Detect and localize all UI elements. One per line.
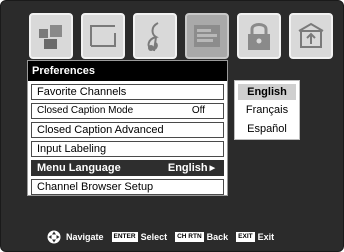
- language-option-espanol[interactable]: Español: [238, 121, 296, 137]
- menu-item-closed-caption-mode[interactable]: Closed Caption Mode Off: [31, 103, 224, 119]
- menu-item-value-wrap: English ▶: [168, 161, 215, 176]
- ch-rtn-key-icon: CH RTN: [175, 232, 204, 242]
- menu-item-label: Channel Browser Setup: [37, 181, 154, 193]
- panel-title: Preferences: [28, 61, 227, 81]
- help-navigate-label: Navigate: [66, 232, 104, 242]
- menu-tab-bar: [29, 13, 335, 59]
- screen-size-icon: [90, 25, 116, 47]
- tab-locks[interactable]: [237, 13, 281, 59]
- navigate-pad-icon: [47, 230, 61, 244]
- menu-item-label: Menu Language: [37, 162, 121, 174]
- tab-screen-size[interactable]: [81, 13, 125, 59]
- menu-item-menu-language[interactable]: Menu Language English ▶: [31, 160, 224, 176]
- menu-item-favorite-channels[interactable]: Favorite Channels: [31, 84, 224, 100]
- language-option-english[interactable]: English: [238, 84, 296, 100]
- tab-setup[interactable]: [289, 13, 333, 59]
- language-submenu: English Français Español: [234, 80, 300, 140]
- arrow-right-icon: ▶: [209, 165, 215, 172]
- setup-icon: [298, 22, 324, 48]
- menu-item-closed-caption-advanced[interactable]: Closed Caption Advanced: [31, 122, 224, 138]
- menu-item-label: Closed Caption Mode: [37, 105, 134, 116]
- menu-item-label: Favorite Channels: [37, 86, 127, 98]
- exit-key-icon: EXIT: [236, 232, 255, 242]
- picture-icon: [39, 25, 62, 49]
- menu-item-input-labeling[interactable]: Input Labeling: [31, 141, 224, 157]
- help-bar: Navigate ENTER Select CH RTN Back EXIT E…: [45, 230, 274, 244]
- menu-item-value: English: [167, 162, 208, 174]
- help-exit-label: Exit: [257, 232, 275, 242]
- preferences-panel: Preferences Favorite Channels Closed Cap…: [27, 60, 228, 196]
- help-select-label: Select: [140, 232, 168, 242]
- menu-item-label: Closed Caption Advanced: [37, 124, 164, 136]
- tab-picture[interactable]: [29, 13, 73, 59]
- menu-item-value: Off: [191, 105, 205, 116]
- tv-menu-screen: Preferences Favorite Channels Closed Cap…: [0, 0, 344, 252]
- tab-preferences[interactable]: [185, 13, 229, 59]
- menu-item-channel-browser-setup[interactable]: Channel Browser Setup: [31, 179, 224, 195]
- enter-key-icon: ENTER: [111, 232, 138, 242]
- audio-note-icon: [147, 22, 159, 52]
- preferences-icon: [194, 25, 220, 47]
- help-back-label: Back: [206, 232, 229, 242]
- lock-icon: [248, 23, 270, 50]
- tab-audio[interactable]: [133, 13, 177, 59]
- language-option-francais[interactable]: Français: [238, 102, 296, 118]
- menu-item-label: Input Labeling: [37, 143, 107, 155]
